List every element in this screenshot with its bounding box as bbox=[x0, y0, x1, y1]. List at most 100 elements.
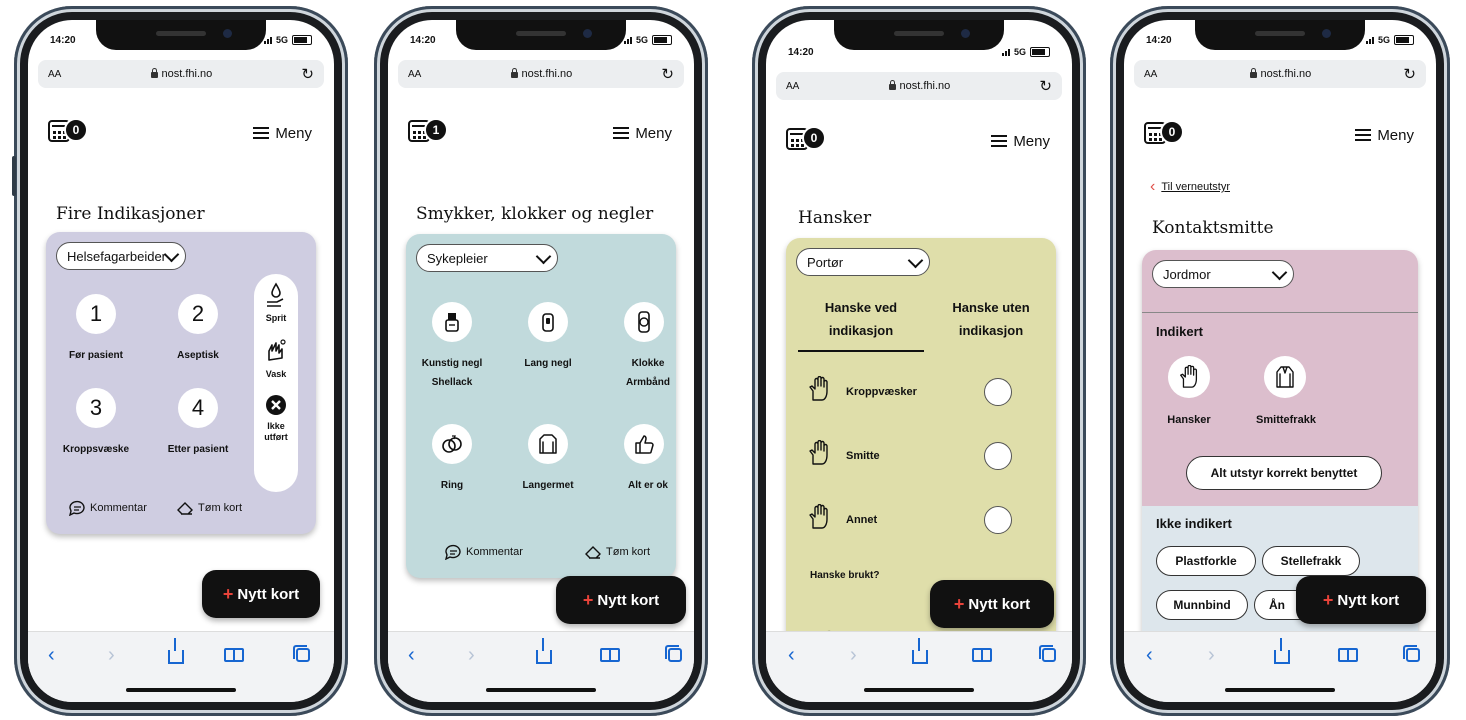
text-size-button[interactable]: AA bbox=[786, 81, 799, 92]
new-card-button[interactable]: + Nytt kort bbox=[556, 576, 686, 624]
card-counter[interactable]: 0 bbox=[48, 118, 88, 148]
bookmarks-icon[interactable] bbox=[224, 644, 244, 662]
bookmarks-icon[interactable] bbox=[1338, 644, 1358, 662]
url-display[interactable]: nost.fhi.no bbox=[510, 68, 572, 80]
pill-plastforkle[interactable]: Plastforkle bbox=[1156, 546, 1256, 576]
url-text: nost.fhi.no bbox=[161, 68, 213, 80]
radio-smitte[interactable] bbox=[984, 442, 1012, 470]
page-title: Fire Indikasjoner bbox=[56, 204, 205, 224]
page-title: Kontaktsmitte bbox=[1152, 218, 1274, 238]
menu-button[interactable]: Meny bbox=[613, 125, 672, 142]
forward-icon[interactable]: › bbox=[1208, 644, 1215, 667]
tabs-icon[interactable] bbox=[293, 644, 310, 662]
pill-stellefrakk[interactable]: Stellefrakk bbox=[1262, 546, 1360, 576]
radio-annet[interactable] bbox=[984, 506, 1012, 534]
kunstig-negl-button[interactable] bbox=[432, 302, 472, 342]
text-size-button[interactable]: AA bbox=[1144, 69, 1157, 80]
menu-label: Meny bbox=[635, 124, 672, 142]
comment-label: Kommentar bbox=[466, 546, 523, 558]
volume-button bbox=[12, 156, 16, 196]
tab-hanske-ved-indikasjon[interactable]: Hanske ved indikasjon bbox=[798, 296, 924, 352]
ikke-utfort-button[interactable]: Ikke utført bbox=[254, 394, 298, 443]
watch-icon bbox=[638, 311, 650, 333]
address-bar[interactable]: AA nost.fhi.no ↻ bbox=[1134, 60, 1426, 88]
tab-hanske-uten-indikasjon[interactable]: Hanske uten indikasjon bbox=[936, 296, 1046, 350]
indication-2-button[interactable]: 2 bbox=[178, 294, 218, 334]
share-icon[interactable] bbox=[536, 638, 552, 664]
menu-button[interactable]: Meny bbox=[253, 125, 312, 142]
notch bbox=[96, 20, 266, 50]
role-select[interactable]: Jordmor bbox=[1152, 260, 1294, 288]
pill-munnbind[interactable]: Munnbind bbox=[1156, 590, 1248, 620]
address-bar[interactable]: AA nost.fhi.no ↻ bbox=[38, 60, 324, 88]
reload-icon[interactable]: ↻ bbox=[1039, 77, 1052, 95]
item-label-line1: Lang negl bbox=[524, 358, 572, 369]
back-icon[interactable]: ‹ bbox=[788, 644, 795, 667]
hansker-button[interactable] bbox=[1168, 356, 1210, 398]
indication-1-button[interactable]: 1 bbox=[76, 294, 116, 334]
status-time: 14:20 bbox=[50, 34, 76, 46]
comment-button[interactable]: Kommentar bbox=[68, 500, 147, 516]
forward-icon[interactable]: › bbox=[468, 644, 475, 667]
url-display[interactable]: nost.fhi.no bbox=[150, 68, 213, 80]
new-card-button[interactable]: + Nytt kort bbox=[202, 570, 320, 618]
role-select[interactable]: Helsefagarbeider bbox=[56, 242, 186, 270]
alt-er-ok-button[interactable] bbox=[624, 424, 664, 464]
forward-icon[interactable]: › bbox=[850, 644, 857, 667]
all-correct-button[interactable]: Alt utstyr korrekt benyttet bbox=[1186, 456, 1382, 490]
reload-icon[interactable]: ↻ bbox=[1403, 65, 1416, 83]
menu-button[interactable]: Meny bbox=[991, 133, 1050, 150]
langermet-button[interactable] bbox=[528, 424, 568, 464]
home-indicator bbox=[1225, 688, 1335, 692]
comment-button[interactable]: Kommentar bbox=[444, 544, 523, 560]
url-display[interactable]: nost.fhi.no bbox=[1249, 68, 1311, 80]
radio-kroppvaesker[interactable] bbox=[984, 378, 1012, 406]
share-icon[interactable] bbox=[1274, 638, 1290, 664]
address-bar[interactable]: AA nost.fhi.no ↻ bbox=[398, 60, 684, 88]
forward-icon[interactable]: › bbox=[108, 644, 115, 667]
klokke-button[interactable] bbox=[624, 302, 664, 342]
item-label: Hansker bbox=[1167, 414, 1211, 426]
card-counter[interactable]: 0 bbox=[786, 126, 826, 156]
share-icon[interactable] bbox=[168, 638, 184, 664]
tabs-icon[interactable] bbox=[1039, 644, 1056, 662]
tabs-icon[interactable] bbox=[665, 644, 682, 662]
signal-indicator: 5G bbox=[1365, 35, 1414, 45]
card-counter[interactable]: 1 bbox=[408, 118, 448, 148]
back-icon[interactable]: ‹ bbox=[1146, 644, 1153, 667]
bookmarks-icon[interactable] bbox=[972, 644, 992, 662]
share-icon[interactable] bbox=[912, 638, 928, 664]
clear-card-button[interactable]: Tøm kort bbox=[176, 500, 242, 516]
sprit-button[interactable]: Sprit bbox=[254, 282, 298, 323]
menu-button[interactable]: Meny bbox=[1355, 127, 1414, 144]
chevron-down-icon bbox=[163, 246, 180, 262]
new-card-button[interactable]: + Nytt kort bbox=[1296, 576, 1426, 624]
hand-sanitizer-icon bbox=[267, 282, 284, 307]
item-label: Langermet bbox=[502, 476, 594, 495]
back-link[interactable]: ‹ Til verneutstyr bbox=[1150, 178, 1230, 196]
reload-icon[interactable]: ↻ bbox=[661, 65, 674, 83]
vask-button[interactable]: Vask bbox=[254, 338, 298, 379]
bookmarks-icon[interactable] bbox=[600, 644, 620, 662]
reload-icon[interactable]: ↻ bbox=[301, 65, 314, 83]
text-size-button[interactable]: AA bbox=[48, 69, 61, 80]
indication-3-button[interactable]: 3 bbox=[76, 388, 116, 428]
role-select[interactable]: Sykepleier bbox=[416, 244, 558, 272]
card-counter[interactable]: 0 bbox=[1144, 120, 1184, 150]
smittefrakk-button[interactable] bbox=[1264, 356, 1306, 398]
address-bar[interactable]: AA nost.fhi.no ↻ bbox=[776, 72, 1062, 100]
glove-icon bbox=[809, 504, 828, 529]
new-card-button[interactable]: + Nytt kort bbox=[930, 580, 1054, 628]
text-size-button[interactable]: AA bbox=[408, 69, 421, 80]
url-display[interactable]: nost.fhi.no bbox=[888, 80, 950, 92]
tabs-icon[interactable] bbox=[1403, 644, 1420, 662]
role-select[interactable]: Portør bbox=[796, 248, 930, 276]
clear-card-button[interactable]: Tøm kort bbox=[584, 544, 650, 560]
back-icon[interactable]: ‹ bbox=[408, 644, 415, 667]
indication-4-button[interactable]: 4 bbox=[178, 388, 218, 428]
ring-button[interactable] bbox=[432, 424, 472, 464]
back-icon[interactable]: ‹ bbox=[48, 644, 55, 667]
lang-negl-button[interactable] bbox=[528, 302, 568, 342]
indication-number: 2 bbox=[191, 301, 205, 326]
glove-row-label: Kroppvæsker bbox=[846, 386, 917, 398]
